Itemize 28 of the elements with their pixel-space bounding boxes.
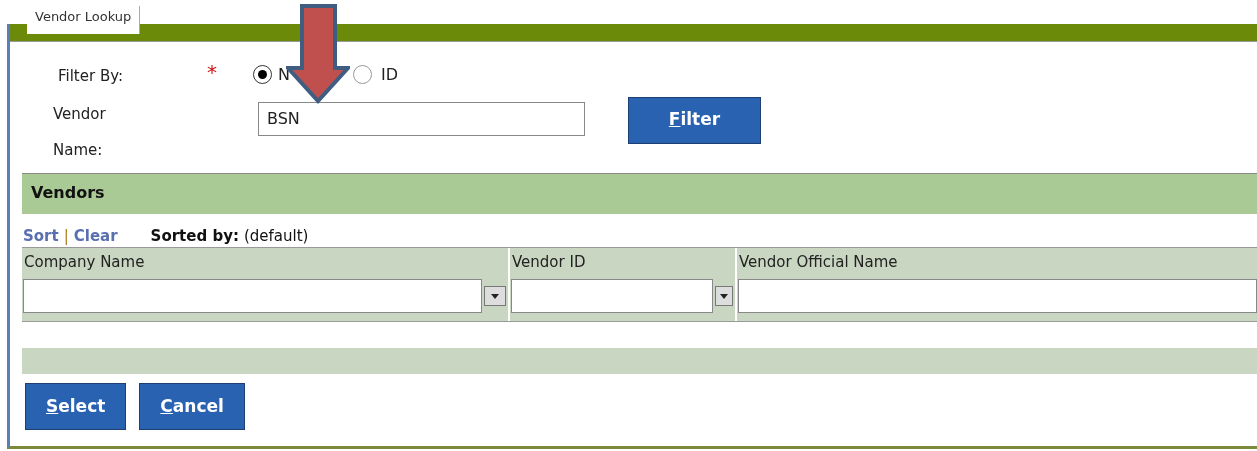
caret-icon xyxy=(491,293,499,299)
radio-label[interactable]: N xyxy=(278,62,290,87)
filter-button[interactable]: Filter xyxy=(628,96,761,144)
sorted-by-value: (default) xyxy=(243,225,309,247)
filter-field[interactable] xyxy=(23,279,482,313)
column-header: Vendor Official Name xyxy=(738,252,899,273)
sorted-by-label: Sorted by: xyxy=(150,225,239,247)
filter-field[interactable] xyxy=(511,279,713,313)
tab[interactable]: Vendor Lookup xyxy=(27,6,141,34)
caret-icon xyxy=(720,293,728,299)
sort-link[interactable]: Sort xyxy=(23,224,59,247)
column-header: Company Name xyxy=(23,252,146,273)
radio-button[interactable] xyxy=(352,65,372,85)
action-button[interactable]: Select xyxy=(25,383,127,430)
action-button[interactable]: Cancel xyxy=(139,383,245,430)
radio-label[interactable]: ID xyxy=(380,62,398,87)
radio-button[interactable] xyxy=(253,65,272,85)
filter-by-label: Filter By: xyxy=(58,66,125,87)
separator-text: | xyxy=(63,225,69,247)
required-mark: * xyxy=(207,62,218,86)
clear-link[interactable]: Clear xyxy=(73,224,118,247)
vendor-name-label: Vendor Name: xyxy=(53,103,107,161)
dropdown-button[interactable] xyxy=(715,286,733,306)
section-header: Vendors xyxy=(22,172,1257,214)
vendor-name-field[interactable]: BSN xyxy=(258,101,585,136)
column-header: Vendor ID xyxy=(511,252,587,273)
filter-field[interactable] xyxy=(738,279,1257,313)
dropdown-button[interactable] xyxy=(484,286,506,306)
